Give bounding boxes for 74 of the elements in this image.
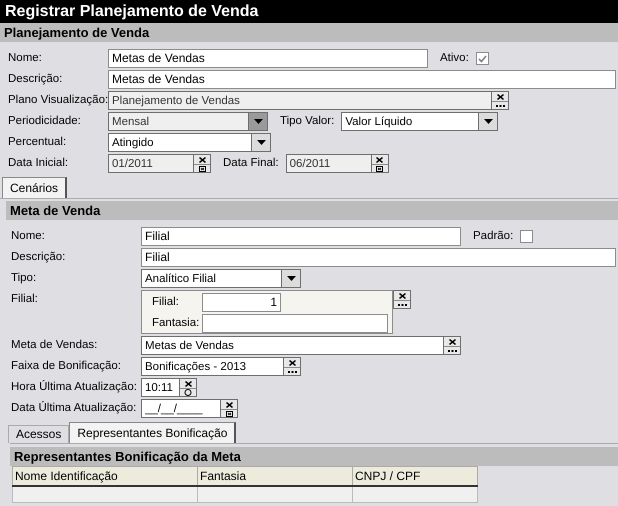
clear-icon	[288, 360, 296, 366]
column-header[interactable]: Nome Identificação	[12, 466, 198, 486]
calendar-icon	[198, 166, 206, 172]
caret-icon	[256, 140, 266, 145]
field-label: Faixa de Bonificação:	[11, 359, 122, 374]
dropdown-field[interactable]: Valor Líquido	[341, 112, 478, 131]
clear-icon	[184, 380, 192, 386]
field-label: Nome:	[8, 51, 43, 66]
section-header: Representantes Bonificação da Meta	[10, 447, 618, 466]
dropdown-button[interactable]	[248, 112, 268, 131]
clear-icon	[376, 156, 384, 162]
text-field[interactable]: Filial	[141, 248, 616, 267]
field-label: Meta de Vendas:	[11, 338, 98, 353]
field-label: Tipo Valor:	[280, 114, 334, 129]
dropdown-button[interactable]	[478, 112, 498, 131]
checkbox[interactable]	[520, 230, 534, 243]
clear-icon	[496, 94, 504, 100]
clear-icon	[226, 402, 232, 408]
caret-icon	[254, 119, 262, 124]
field-label: Data Última Atualização:	[11, 400, 138, 416]
field-label: Filial:	[152, 295, 180, 310]
section-header: Meta de Venda	[6, 201, 618, 220]
time-field[interactable]: 10:11	[141, 378, 179, 397]
caret-icon	[484, 119, 493, 124]
tab[interactable]: Acessos	[8, 425, 70, 443]
field-label: Periodicidade:	[8, 114, 82, 129]
section-header: Planejamento de Venda	[0, 23, 618, 42]
clear-icon	[448, 338, 456, 344]
check-icon	[478, 54, 487, 62]
calendar-button[interactable]	[372, 164, 388, 172]
field-label: Filial:	[11, 292, 39, 307]
calendar-icon	[376, 166, 384, 172]
date-field[interactable]: __/__/____	[141, 399, 220, 418]
window-title: Registrar Planejamento de Venda	[0, 0, 618, 23]
field-label: Fantasia:	[152, 316, 200, 331]
text-field[interactable]	[202, 314, 388, 333]
search-button[interactable]	[492, 101, 508, 109]
tab[interactable]: Cenários	[2, 177, 68, 198]
clear-icon	[398, 292, 406, 298]
column-header[interactable]: CNPJ / CPF	[352, 466, 478, 486]
text-field[interactable]: Filial	[141, 227, 461, 246]
search-button[interactable]	[394, 300, 410, 308]
clear-icon	[198, 156, 206, 162]
text-field[interactable]: 1	[202, 293, 281, 312]
dropdown-field[interactable]: Atingido	[108, 133, 251, 152]
search-button[interactable]	[444, 346, 460, 354]
field-label: Plano Visualização:	[8, 93, 108, 108]
calendar-button[interactable]	[194, 164, 210, 172]
clock-icon	[184, 389, 192, 396]
field-label: Ativo:	[440, 51, 469, 66]
dropdown-field[interactable]: Analítico Filial	[141, 269, 281, 288]
field-label: Descrição:	[8, 72, 64, 87]
field-label: Tipo:	[11, 271, 38, 286]
text-field[interactable]: Metas de Vendas	[108, 49, 428, 68]
field-label: Hora Última Atualização:	[11, 379, 138, 395]
column-header[interactable]: Fantasia	[198, 466, 352, 486]
calendar-icon	[226, 410, 232, 416]
dropdown-button[interactable]	[251, 133, 271, 152]
dropdown-button[interactable]	[281, 269, 301, 288]
field-label: Data Final:	[223, 156, 279, 171]
field-label: Descrição:	[11, 250, 66, 265]
calendar-button[interactable]	[221, 409, 237, 417]
caret-icon	[286, 276, 296, 281]
field-label: Data Inicial:	[8, 156, 70, 171]
checkbox[interactable]	[476, 52, 489, 65]
field-label: Padrão:	[473, 229, 514, 244]
lookup-field[interactable]: Bonificações - 2013	[141, 357, 283, 376]
search-button[interactable]	[284, 367, 300, 375]
tab[interactable]: Representantes Bonificação	[69, 422, 236, 443]
field-label: Nome:	[11, 229, 46, 244]
clock-button[interactable]	[180, 388, 196, 396]
field-label: Percentual:	[8, 135, 68, 150]
text-field[interactable]: Metas de Vendas	[108, 70, 616, 89]
lookup-field[interactable]: Metas de Vendas	[141, 336, 443, 355]
